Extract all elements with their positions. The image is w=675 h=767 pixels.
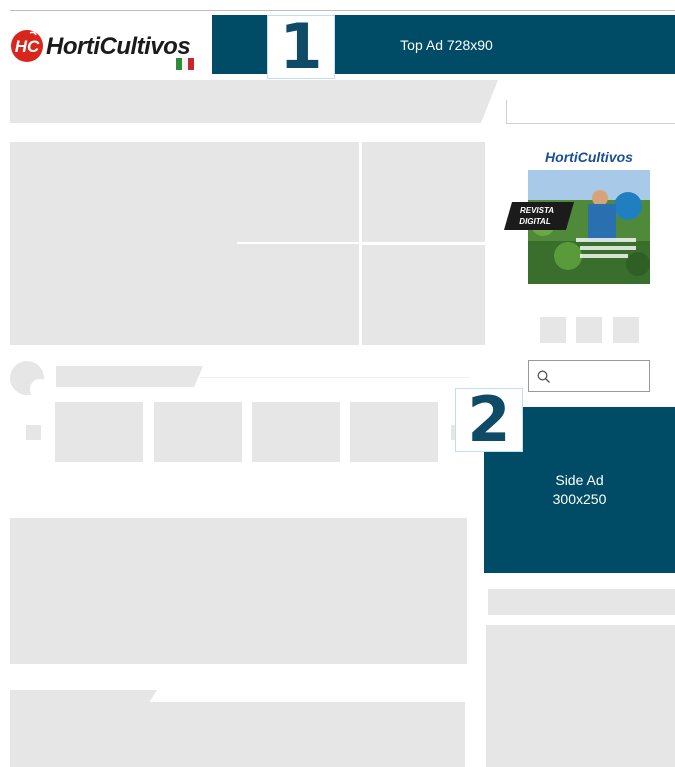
carousel-item-3[interactable] bbox=[252, 402, 340, 462]
social-icon-3[interactable] bbox=[613, 317, 639, 343]
logo-monogram-icon: HC bbox=[11, 30, 43, 62]
logo-wordmark: HortiCultivos bbox=[46, 33, 191, 61]
sidebar-search-input[interactable] bbox=[528, 360, 650, 392]
logo-word-2: Cultivos bbox=[99, 33, 191, 60]
marker-2: 2 bbox=[455, 388, 523, 452]
flag-icon bbox=[176, 58, 194, 70]
featured-divider bbox=[237, 242, 359, 244]
carousel-item-2[interactable] bbox=[154, 402, 242, 462]
content-block-2[interactable] bbox=[10, 702, 465, 767]
carousel-prev-button[interactable] bbox=[26, 425, 41, 440]
marker-1: 1 bbox=[267, 15, 335, 79]
side-ad-size: 300x250 bbox=[552, 491, 607, 507]
logo-word-1: Horti bbox=[46, 33, 100, 60]
carousel-item-1[interactable] bbox=[55, 402, 143, 462]
top-divider bbox=[10, 10, 675, 11]
carousel-item-4[interactable] bbox=[350, 402, 438, 462]
social-icon-2[interactable] bbox=[576, 317, 602, 343]
nav-search-field[interactable] bbox=[506, 100, 675, 124]
side-ad-label: Side Ad bbox=[555, 472, 604, 488]
section-rule bbox=[200, 377, 470, 378]
top-ad-label: Top Ad 728x90 bbox=[400, 36, 493, 53]
social-icon-1[interactable] bbox=[540, 317, 566, 343]
digital-magazine-cover[interactable]: HortiCultivos REVISTA DIGITAL bbox=[504, 146, 650, 284]
section-title-bar bbox=[56, 366, 203, 387]
logo-monogram-text: HC bbox=[15, 37, 40, 56]
magazine-title: HortiCultivos bbox=[545, 149, 633, 165]
site-logo[interactable]: HC HortiCultivos bbox=[10, 27, 200, 73]
revista-digital-badge: REVISTA DIGITAL bbox=[504, 202, 574, 230]
badge-line-1: REVISTA bbox=[520, 206, 554, 215]
main-navigation[interactable] bbox=[10, 80, 498, 123]
sidebar-widget[interactable] bbox=[486, 625, 675, 767]
search-icon bbox=[537, 370, 550, 383]
badge-line-2: DIGITAL bbox=[519, 217, 551, 226]
sidebar-widget-title bbox=[488, 589, 675, 615]
featured-bottom-right[interactable] bbox=[362, 245, 485, 345]
section-header-icon-notch bbox=[30, 379, 50, 399]
featured-top-right[interactable] bbox=[362, 142, 485, 242]
content-block[interactable] bbox=[10, 518, 467, 664]
